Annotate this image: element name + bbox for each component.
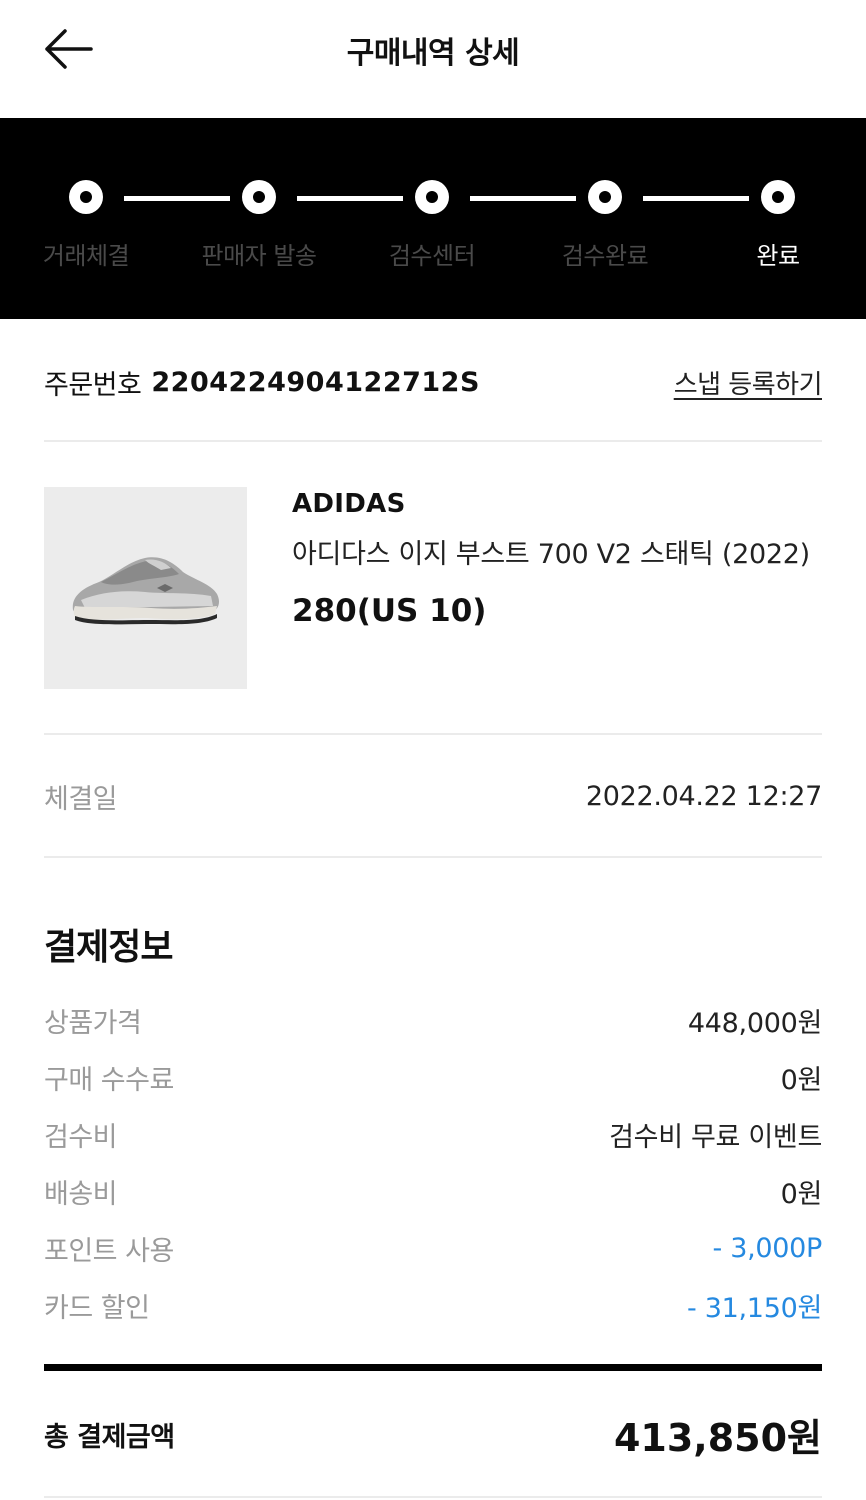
deal-date-label: 체결일 <box>44 783 118 815</box>
step-label-deal: 거래체결 <box>42 242 130 270</box>
total-payment-row: 총 결제금액 413,850원 <box>44 1405 822 1463</box>
step-label-inspection-center: 검수센터 <box>388 242 476 270</box>
payment-row-label: 카드 할인 <box>44 1292 150 1324</box>
payment-row-label: 검수비 <box>44 1121 118 1153</box>
payment-row-card-discount: 카드 할인 - 31,150원 <box>44 1285 822 1325</box>
payment-row-value: 검수비 무료 이벤트 <box>609 1121 822 1153</box>
top-app-bar: 구매내역 상세 <box>0 0 866 118</box>
payment-row-item-price: 상품가격 448,000원 <box>44 1000 822 1040</box>
divider <box>44 440 822 442</box>
payment-row-value: 0원 <box>780 1178 823 1210</box>
order-progress-tracker: 거래체결 판매자 발송 검수센터 검수완료 완료 <box>0 118 866 319</box>
step-dot-icon <box>69 180 103 214</box>
progress-connector <box>297 196 403 201</box>
progress-step-3 <box>415 180 449 214</box>
payment-row-label: 상품가격 <box>44 1007 142 1039</box>
sneaker-image <box>72 557 219 625</box>
step-dot-icon <box>588 180 622 214</box>
order-number-row: 주문번호 2204224904122712S 스냅 등록하기 <box>44 360 823 404</box>
payment-row-inspection-fee: 검수비 검수비 무료 이벤트 <box>44 1114 822 1154</box>
deal-date-value: 2022.04.22 12:27 <box>585 780 822 812</box>
step-dot-icon <box>761 180 795 214</box>
step-dot-icon <box>415 180 449 214</box>
payment-row-label: 배송비 <box>44 1178 118 1210</box>
product-size: 280(US 10) <box>292 593 487 629</box>
payment-row-points-used: 포인트 사용 - 3,000P <box>44 1228 822 1268</box>
divider <box>44 1496 822 1498</box>
payment-row-value: - 3,000P <box>712 1232 822 1264</box>
progress-connector <box>470 196 576 201</box>
step-label-complete: 완료 <box>756 242 800 270</box>
register-snap-link[interactable]: 스냅 등록하기 <box>674 364 823 401</box>
product-image <box>44 487 247 689</box>
step-dot-icon <box>242 180 276 214</box>
total-divider <box>44 1364 822 1371</box>
payment-row-value: 0원 <box>780 1064 823 1096</box>
order-number-label: 주문번호 <box>44 369 142 401</box>
total-payment-label: 총 결제금액 <box>44 1421 175 1453</box>
product-info: ADIDAS 아디다스 이지 부스트 700 V2 스태틱 (2022) 280… <box>292 487 822 629</box>
progress-step-5 <box>761 180 795 214</box>
deal-date-row: 체결일 2022.04.22 12:27 <box>44 776 822 816</box>
payment-row-value: 448,000원 <box>687 1007 822 1039</box>
page-title: 구매내역 상세 <box>346 36 520 71</box>
order-number-group: 주문번호 2204224904122712S <box>44 363 480 402</box>
progress-connector <box>124 196 230 201</box>
progress-step-4 <box>588 180 622 214</box>
payment-row-purchase-fee: 구매 수수료 0원 <box>44 1057 822 1097</box>
progress-step-2 <box>242 180 276 214</box>
total-payment-value: 413,850원 <box>613 1415 822 1460</box>
step-label-seller-shipped: 판매자 발송 <box>201 242 317 270</box>
payment-row-shipping-fee: 배송비 0원 <box>44 1171 822 1211</box>
product-card[interactable]: ADIDAS 아디다스 이지 부스트 700 V2 스태틱 (2022) 280… <box>44 487 822 689</box>
divider <box>44 733 822 735</box>
product-name: 아디다스 이지 부스트 700 V2 스태틱 (2022) <box>292 539 810 570</box>
progress-step-1 <box>69 180 103 214</box>
payment-row-value: - 31,150원 <box>687 1292 822 1324</box>
payment-row-label: 구매 수수료 <box>44 1064 174 1096</box>
order-number: 2204224904122712S <box>151 366 480 398</box>
payment-row-label: 포인트 사용 <box>44 1235 174 1267</box>
divider <box>44 856 822 858</box>
step-label-inspection-done: 검수완료 <box>561 242 649 270</box>
product-brand: ADIDAS <box>292 489 406 519</box>
payment-info-title: 결제정보 <box>44 927 173 968</box>
progress-connector <box>643 196 749 201</box>
